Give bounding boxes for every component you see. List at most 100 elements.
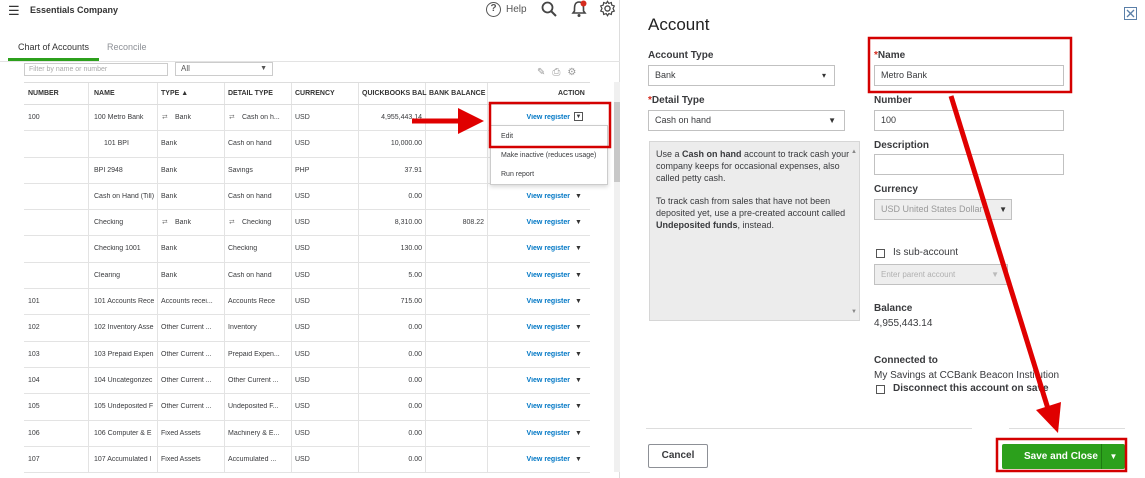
action-chevron-down-icon[interactable]: ▼ <box>575 324 582 331</box>
description-input[interactable] <box>874 154 1064 175</box>
view-register-link[interactable]: View register <box>504 456 570 463</box>
help-label[interactable]: Help <box>506 4 527 15</box>
cell-detail-type: Cash on hand <box>228 271 272 279</box>
disconnect-label: Disconnect this account on save <box>893 383 1049 394</box>
table-row[interactable]: 107 107 Accumulated I Fixed Assets Accumula… <box>24 447 590 474</box>
action-dropdown-toggle[interactable]: ▼ <box>574 112 583 121</box>
chevron-down-icon: ▼ <box>996 200 1007 219</box>
view-register-link[interactable]: View register <box>504 245 570 252</box>
cell-quickbooks-balance: 0.00 <box>408 429 422 437</box>
number-input[interactable]: 100 <box>874 110 1064 131</box>
col-currency[interactable]: CURRENCY <box>295 90 335 97</box>
notification-bell-icon[interactable] <box>571 0 587 18</box>
currency-select[interactable]: USD United States Dollar ▼ <box>874 199 1012 220</box>
table-scrollbar[interactable] <box>614 82 620 472</box>
menu-item-run-report[interactable]: Run report <box>501 171 534 178</box>
view-register-link[interactable]: View register <box>504 219 570 226</box>
cell-detail-type: Prepaid Expen... <box>228 350 280 358</box>
table-row[interactable]: 105 105 Undeposited F Other Current ... Und… <box>24 394 590 421</box>
action-chevron-down-icon[interactable]: ▼ <box>575 430 582 437</box>
cell-currency: USD <box>295 114 310 121</box>
view-register-link[interactable]: View register <box>504 403 570 410</box>
col-detail-type[interactable]: DETAIL TYPE <box>228 90 273 97</box>
help-icon[interactable]: ? <box>486 2 501 17</box>
view-register-link[interactable]: View register <box>504 298 570 305</box>
name-label: *Name <box>874 50 906 61</box>
view-register-link[interactable]: View register <box>504 377 570 384</box>
cell-currency: USD <box>295 376 310 384</box>
view-register-link[interactable]: View register <box>504 272 570 279</box>
action-chevron-down-icon[interactable]: ▼ <box>575 298 582 305</box>
col-bank-balance[interactable]: BANK BALANCE <box>429 90 489 97</box>
menu-icon[interactable]: ☰ <box>8 4 20 17</box>
name-input[interactable]: Metro Bank <box>874 65 1064 86</box>
view-register-link[interactable]: View register <box>504 193 570 200</box>
cell-number: 107 <box>28 455 40 463</box>
col-quickbooks-balance[interactable]: QUICKBOOKS BAL <box>362 90 427 97</box>
table-row[interactable]: Checking 1001 Bank Checking USD 130.00 View r… <box>24 236 590 263</box>
cell-currency: USD <box>295 455 310 463</box>
action-chevron-down-icon[interactable]: ▼ <box>575 193 582 200</box>
view-register-link[interactable]: View register <box>504 114 570 121</box>
sub-account-checkbox[interactable] <box>876 249 885 258</box>
gear-icon[interactable] <box>599 0 616 17</box>
view-register-link[interactable]: View register <box>504 324 570 331</box>
account-type-select[interactable]: Bank ▾ <box>648 65 835 86</box>
currency-label: Currency <box>874 184 918 195</box>
save-options-chevron-icon[interactable]: ▼ <box>1101 444 1125 469</box>
view-register-link[interactable]: View register <box>504 430 570 437</box>
detail-type-select[interactable]: Cash on hand ▼ <box>648 110 845 131</box>
tab-reconcile[interactable]: Reconcile <box>107 42 147 52</box>
table-row[interactable]: 106 106 Computer & E Fixed Assets Machinery… <box>24 421 590 447</box>
save-and-close-button[interactable]: Save and Close ▼ <box>1002 444 1125 469</box>
table-row[interactable]: 102 102 Inventory Asse Other Current ... In… <box>24 315 590 342</box>
scrollbar-thumb[interactable] <box>614 102 620 182</box>
menu-item-make-inactive[interactable]: Make inactive (reduces usage) <box>501 152 596 159</box>
action-chevron-down-icon[interactable]: ▼ <box>575 403 582 410</box>
detail-type-label: *Detail Type <box>648 95 705 106</box>
print-icon[interactable]: ⎙ <box>552 67 567 78</box>
col-type[interactable]: TYPE ▲ <box>161 90 188 97</box>
col-number[interactable]: NUMBER <box>28 90 59 97</box>
action-chevron-down-icon[interactable]: ▼ <box>575 272 582 279</box>
description-label: Description <box>874 140 930 151</box>
scroll-up-icon[interactable]: ▲ <box>851 146 857 158</box>
table-row[interactable]: 104 104 Uncategorizec Other Current ... Oth… <box>24 368 590 395</box>
table-row[interactable]: Checking Bank Checking ⮂ ⮂ USD 8,310.00 808.22 V… <box>24 210 590 237</box>
close-icon[interactable] <box>1124 7 1137 20</box>
cell-type: Bank <box>175 219 191 227</box>
view-register-link[interactable]: View register <box>504 351 570 358</box>
connected-label: Connected to <box>874 355 938 366</box>
edit-pencil-icon[interactable]: ✎ <box>537 67 552 78</box>
table-row[interactable]: Clearing Bank Cash on hand USD 5.00 View regi… <box>24 263 590 290</box>
cell-name: 105 Undeposited F <box>94 403 154 411</box>
cell-type: Bank <box>161 192 177 200</box>
cell-type: Fixed Assets <box>161 429 201 437</box>
settings-gear-icon[interactable]: ⚙ <box>567 67 583 78</box>
save-and-close-label: Save and Close <box>1024 451 1098 462</box>
search-icon[interactable] <box>541 1 557 17</box>
menu-item-edit[interactable]: Edit <box>501 133 513 140</box>
disconnect-checkbox[interactable] <box>876 385 885 394</box>
filter-select-value: All <box>181 64 190 73</box>
cell-bank-balance: 808.22 <box>462 219 484 227</box>
action-chevron-down-icon[interactable]: ▼ <box>575 219 582 226</box>
cancel-button[interactable]: Cancel <box>648 444 708 468</box>
scroll-down-icon[interactable]: ▼ <box>851 306 857 318</box>
tab-chart-of-accounts[interactable]: Chart of Accounts <box>7 42 100 61</box>
filter-by-name-input[interactable]: Filter by name or number <box>24 63 168 76</box>
action-chevron-down-icon[interactable]: ▼ <box>575 456 582 463</box>
cell-type: Bank <box>161 166 177 174</box>
col-name[interactable]: NAME <box>94 90 115 97</box>
cell-detail-type: Cash on h... <box>242 114 280 121</box>
action-chevron-down-icon[interactable]: ▼ <box>575 377 582 384</box>
table-row[interactable]: 103 103 Prepaid Expen Other Current ... Pre… <box>24 342 590 368</box>
filter-type-select[interactable]: All ▼ <box>175 62 273 76</box>
table-row[interactable]: Cash on Hand (Till) Bank Cash on hand USD 0.… <box>24 184 590 211</box>
table-row[interactable]: 101 101 Accounts Rece Accounts recei... Acc… <box>24 289 590 316</box>
cell-quickbooks-balance: 0.00 <box>408 455 422 463</box>
cell-currency: USD <box>295 140 310 148</box>
action-chevron-down-icon[interactable]: ▼ <box>575 351 582 358</box>
action-chevron-down-icon[interactable]: ▼ <box>575 245 582 252</box>
cell-quickbooks-balance: 10,000.00 <box>390 140 422 148</box>
